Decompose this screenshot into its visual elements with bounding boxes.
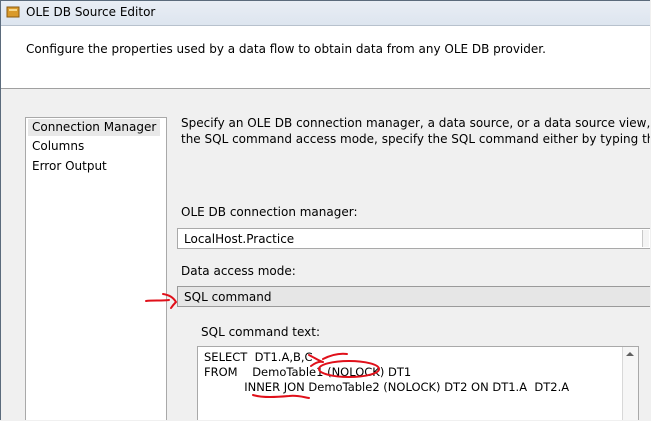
access-mode-value: SQL command	[184, 290, 272, 304]
nav-item-connection-manager[interactable]: Connection Manager	[28, 119, 161, 136]
sql-line-1: SELECT DT1.A,B,C	[204, 350, 313, 364]
description-line-2: the SQL command access mode, specify the…	[181, 132, 650, 146]
description-line-1: Specify an OLE DB connection manager, a …	[181, 116, 650, 130]
sql-line-3: INNER JON DemoTable2 (NOLOCK) DT2 ON DT1…	[204, 380, 570, 394]
connection-manager-label: OLE DB connection manager:	[181, 205, 358, 219]
access-mode-label: Data access mode:	[181, 264, 296, 278]
sql-text-label: SQL command text:	[201, 325, 320, 339]
access-mode-select[interactable]: SQL command	[177, 286, 650, 307]
connection-manager-select[interactable]: LocalHost.Practice	[177, 228, 650, 249]
window-title: OLE DB Source Editor	[26, 5, 156, 19]
nav-item-columns[interactable]: Columns	[32, 138, 84, 155]
page-navigation-list: Connection Manager Columns Error Output	[25, 117, 167, 420]
sql-line-2: FROM DemoTable1 (NOLOCK) DT1	[204, 365, 412, 379]
nav-item-error-output[interactable]: Error Output	[32, 158, 107, 175]
title-bar[interactable]: OLE DB Source Editor	[1, 1, 650, 26]
scroll-up-arrow-icon[interactable]	[626, 352, 634, 356]
ole-db-source-editor-window: OLE DB Source Editor Configure the prope…	[0, 0, 650, 420]
sql-command-textarea[interactable]: SELECT DT1.A,B,C FROM DemoTable1 (NOLOCK…	[197, 346, 639, 420]
connection-description: Specify an OLE DB connection manager, a …	[181, 115, 650, 147]
chevron-down-icon[interactable]	[642, 230, 649, 247]
header-divider	[1, 88, 650, 89]
header-description: Configure the properties used by a data …	[26, 42, 546, 56]
sql-scrollbar[interactable]	[622, 347, 638, 420]
header-panel: Configure the properties used by a data …	[1, 26, 650, 88]
connection-manager-value: LocalHost.Practice	[184, 232, 295, 246]
ole-db-source-icon	[6, 6, 20, 18]
